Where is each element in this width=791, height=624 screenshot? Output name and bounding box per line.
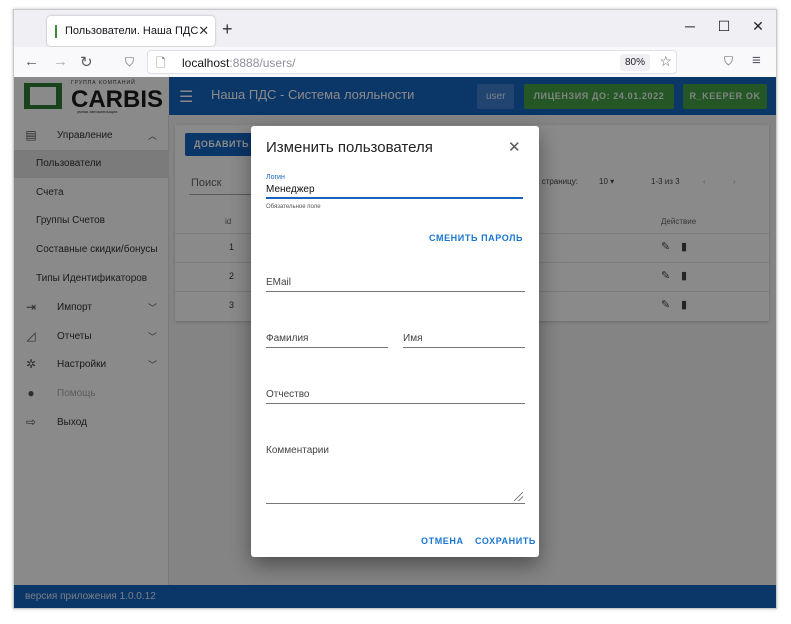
url-text: localhost:8888/users/ bbox=[182, 56, 296, 70]
reload-icon[interactable]: ↻ bbox=[80, 53, 93, 71]
login-hint: Обязательное поле bbox=[266, 204, 321, 210]
login-underline bbox=[266, 197, 523, 199]
resize-handle-icon[interactable] bbox=[514, 492, 523, 501]
dialog-title: Изменить пользователя bbox=[266, 139, 433, 156]
login-field[interactable]: Менеджер bbox=[266, 184, 315, 195]
edit-user-dialog: Изменить пользователя ✕ Логин Менеджер О… bbox=[251, 126, 539, 557]
close-window-icon[interactable]: ✕ bbox=[743, 18, 773, 35]
minimize-icon[interactable]: ─ bbox=[675, 18, 705, 34]
login-label: Логин bbox=[266, 174, 285, 181]
maximize-icon[interactable]: ☐ bbox=[709, 18, 739, 35]
close-tab-icon[interactable]: ✕ bbox=[198, 23, 209, 39]
tab-strip: Пользователи. Наша ПДС ✕ + ─ ☐ ✕ bbox=[14, 10, 776, 47]
zoom-badge[interactable]: 80% bbox=[619, 54, 650, 71]
patronymic-field[interactable]: Отчество bbox=[266, 389, 309, 400]
bookmark-star-icon[interactable]: ☆ bbox=[659, 53, 672, 70]
email-field[interactable]: EMail bbox=[266, 277, 291, 288]
back-icon[interactable]: ← bbox=[24, 53, 39, 70]
app: ГРУППА КОМПАНИЙ CARBIS умная автоматизац… bbox=[14, 77, 776, 608]
browser-tab[interactable]: Пользователи. Наша ПДС ✕ bbox=[47, 16, 215, 46]
shield-icon[interactable]: ⛉ bbox=[125, 55, 134, 70]
page-icon: 🗋 bbox=[156, 56, 166, 70]
comments-field[interactable]: Комментарии bbox=[266, 445, 329, 456]
menu-icon[interactable]: ≡ bbox=[752, 52, 761, 69]
change-password-button[interactable]: СМЕНИТЬ ПАРОЛЬ bbox=[429, 233, 523, 243]
browser-window: Пользователи. Наша ПДС ✕ + ─ ☐ ✕ ← → ↻ ⛉… bbox=[13, 9, 777, 609]
url-bar[interactable]: 🗋 localhost:8888/users/ 80% ☆ bbox=[147, 50, 677, 74]
email-underline bbox=[266, 291, 525, 292]
cancel-button[interactable]: ОТМЕНА bbox=[421, 536, 464, 546]
close-icon[interactable]: ✕ bbox=[508, 138, 521, 156]
favicon-icon bbox=[55, 24, 57, 38]
save-button[interactable]: СОХРАНИТЬ bbox=[475, 536, 536, 546]
forward-icon[interactable]: → bbox=[53, 53, 68, 70]
last-name-field[interactable]: Фамилия bbox=[266, 333, 308, 344]
navigation-bar: ← → ↻ ⛉ 🗋 localhost:8888/users/ 80% ☆ ⛉ … bbox=[14, 47, 776, 77]
pocket-icon[interactable]: ⛉ bbox=[724, 54, 733, 69]
comments-underline bbox=[266, 503, 525, 504]
first-name-field[interactable]: Имя bbox=[403, 333, 422, 344]
new-tab-icon[interactable]: + bbox=[222, 19, 233, 40]
tab-title: Пользователи. Наша ПДС bbox=[65, 25, 199, 37]
patronymic-underline bbox=[266, 403, 525, 404]
first-name-underline bbox=[403, 347, 525, 348]
last-name-underline bbox=[266, 347, 388, 348]
